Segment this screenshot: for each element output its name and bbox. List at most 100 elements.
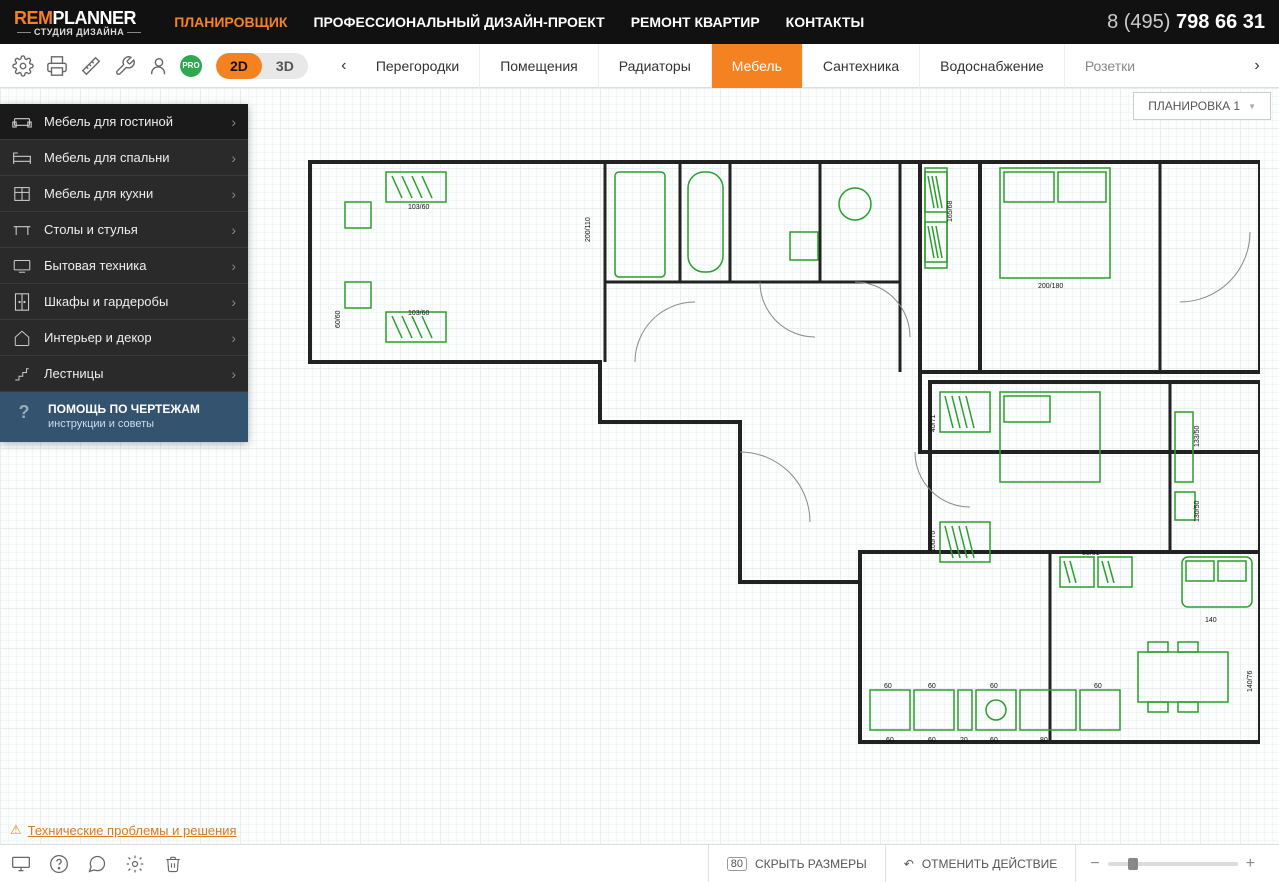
svg-text:100/70: 100/70 xyxy=(930,530,937,552)
svg-text:103/60: 103/60 xyxy=(408,310,430,317)
tab-furniture[interactable]: Мебель xyxy=(712,44,803,88)
app-header: REMPLANNER СТУДИЯ ДИЗАЙНА ПЛАНИРОВЩИК ПР… xyxy=(0,0,1279,44)
svg-text:103/60: 103/60 xyxy=(408,204,430,211)
sidebar-item-label: Шкафы и гардеробы xyxy=(44,294,168,309)
workspace-canvas[interactable]: ПЛАНИРОВКА 1 ▼ Мебель для гостиной › Меб… xyxy=(0,88,1279,844)
table-icon xyxy=(12,220,32,240)
tv-icon xyxy=(12,256,32,276)
svg-text:60: 60 xyxy=(1094,683,1102,690)
sidebar-item-label: Лестницы xyxy=(44,366,103,381)
home-icon xyxy=(12,328,32,348)
layout-picker-label: ПЛАНИРОВКА 1 xyxy=(1148,99,1240,113)
chevron-right-icon: › xyxy=(231,186,236,202)
zoom-slider[interactable] xyxy=(1108,862,1238,866)
monitor-icon[interactable] xyxy=(10,853,32,875)
nav-design-project[interactable]: ПРОФЕССИОНАЛЬНЫЙ ДИЗАЙН-ПРОЕКТ xyxy=(313,14,604,30)
nav-contacts[interactable]: КОНТАКТЫ xyxy=(786,14,864,30)
tabs-scroll-left-icon[interactable]: ‹ xyxy=(332,46,356,86)
chevron-right-icon: › xyxy=(231,114,236,130)
svg-text:60/60: 60/60 xyxy=(335,310,342,328)
wardrobe-icon xyxy=(12,292,32,312)
logo[interactable]: REMPLANNER СТУДИЯ ДИЗАЙНА xyxy=(14,7,144,37)
svg-text:200/110: 200/110 xyxy=(585,217,592,242)
chevron-right-icon: › xyxy=(231,222,236,238)
sidebar-item-tables[interactable]: Столы и стулья › xyxy=(0,212,248,248)
view-2d-button[interactable]: 2D xyxy=(216,53,262,79)
undo-icon: ↶ xyxy=(904,857,914,871)
view-3d-button[interactable]: 3D xyxy=(262,53,308,79)
sidebar-item-label: Мебель для кухни xyxy=(44,186,153,201)
sidebar-item-decor[interactable]: Интерьер и декор › xyxy=(0,320,248,356)
view-toggle: 2D 3D xyxy=(216,53,308,79)
chat-icon[interactable] xyxy=(86,853,108,875)
svg-text:133/50: 133/50 xyxy=(1194,425,1201,447)
undo-button[interactable]: ↶ ОТМЕНИТЬ ДЕЙСТВИЕ xyxy=(885,845,1076,882)
sidebar-item-label: Бытовая техника xyxy=(44,258,146,273)
chevron-right-icon: › xyxy=(231,294,236,310)
phone-number[interactable]: 8 (495) 798 66 31 xyxy=(1107,11,1265,34)
svg-text:40/71: 40/71 xyxy=(930,414,937,432)
chevron-down-icon: ▼ xyxy=(1248,102,1256,111)
tabs-scroll-right-icon[interactable]: › xyxy=(1245,46,1269,86)
tabs-container: ‹ Перегородки Помещения Радиаторы Мебель… xyxy=(332,44,1269,88)
svg-text:80: 80 xyxy=(1040,737,1048,744)
logo-subtitle: СТУДИЯ ДИЗАЙНА xyxy=(14,27,144,37)
help-title: ПОМОЩЬ ПО ЧЕРТЕЖАМ xyxy=(48,402,200,416)
layout-picker-dropdown[interactable]: ПЛАНИРОВКА 1 ▼ xyxy=(1133,92,1271,120)
tab-radiators[interactable]: Радиаторы xyxy=(599,44,712,88)
user-icon[interactable] xyxy=(146,53,172,79)
chevron-right-icon: › xyxy=(231,366,236,382)
sidebar-item-stairs[interactable]: Лестницы › xyxy=(0,356,248,392)
chevron-right-icon: › xyxy=(231,258,236,274)
tools-icon[interactable] xyxy=(112,53,138,79)
ruler-icon[interactable] xyxy=(78,53,104,79)
floorplan-drawing[interactable]: 103/60 103/60 200/110 60/60 165/68 200/1… xyxy=(300,152,1260,772)
zoom-in-button[interactable]: + xyxy=(1246,855,1255,873)
sidebar-item-label: Столы и стулья xyxy=(44,222,138,237)
tab-rooms[interactable]: Помещения xyxy=(480,44,599,88)
svg-text:130/50: 130/50 xyxy=(1194,500,1201,522)
sidebar-help-panel[interactable]: ? ПОМОЩЬ ПО ЧЕРТЕЖАМ инструкции и советы xyxy=(0,392,248,442)
issues-link[interactable]: Технические проблемы и решения xyxy=(28,823,237,838)
chevron-right-icon: › xyxy=(231,330,236,346)
stairs-icon xyxy=(12,364,32,384)
trash-icon[interactable] xyxy=(162,853,184,875)
toolbar: PRO 2D 3D ‹ Перегородки Помещения Радиат… xyxy=(0,44,1279,88)
svg-text:60: 60 xyxy=(990,683,998,690)
svg-text:60: 60 xyxy=(928,683,936,690)
logo-text: REMPLANNER xyxy=(14,9,144,27)
svg-text:60: 60 xyxy=(928,737,936,744)
tab-walls[interactable]: Перегородки xyxy=(356,44,480,88)
tab-plumbing[interactable]: Сантехника xyxy=(803,44,920,88)
svg-text:165/68: 165/68 xyxy=(947,200,954,222)
issues-link-row: ⚠ Технические проблемы и решения xyxy=(10,822,237,838)
hide-dimensions-button[interactable]: 80 СКРЫТЬ РАЗМЕРЫ xyxy=(708,845,885,882)
sidebar-item-label: Интерьер и декор xyxy=(44,330,152,345)
sidebar-item-kitchen[interactable]: Мебель для кухни › xyxy=(0,176,248,212)
chevron-right-icon: › xyxy=(231,150,236,166)
nav-renovation[interactable]: РЕМОНТ КВАРТИР xyxy=(631,14,760,30)
print-icon[interactable] xyxy=(44,53,70,79)
furniture-sidebar: Мебель для гостиной › Мебель для спальни… xyxy=(0,104,248,442)
footer-bar: 80 СКРЫТЬ РАЗМЕРЫ ↶ ОТМЕНИТЬ ДЕЙСТВИЕ − … xyxy=(0,844,1279,882)
settings-gear-icon[interactable] xyxy=(10,53,36,79)
sidebar-item-wardrobes[interactable]: Шкафы и гардеробы › xyxy=(0,284,248,320)
zoom-out-button[interactable]: − xyxy=(1090,855,1099,873)
bed-icon xyxy=(12,148,32,168)
help-circle-icon[interactable] xyxy=(48,853,70,875)
settings-icon[interactable] xyxy=(124,853,146,875)
tab-water-supply[interactable]: Водоснабжение xyxy=(920,44,1065,88)
sidebar-item-appliances[interactable]: Бытовая техника › xyxy=(0,248,248,284)
top-nav: ПЛАНИРОВЩИК ПРОФЕССИОНАЛЬНЫЙ ДИЗАЙН-ПРОЕ… xyxy=(174,14,1107,30)
sidebar-item-living-room[interactable]: Мебель для гостиной › xyxy=(0,104,248,140)
sidebar-item-bedroom[interactable]: Мебель для спальни › xyxy=(0,140,248,176)
svg-text:60: 60 xyxy=(886,737,894,744)
pro-badge[interactable]: PRO xyxy=(180,55,202,77)
dimensions-icon: 80 xyxy=(727,857,747,871)
tab-sockets[interactable]: Розетки xyxy=(1065,44,1155,88)
svg-text:60: 60 xyxy=(884,683,892,690)
kitchen-icon xyxy=(12,184,32,204)
sofa-icon xyxy=(12,112,32,132)
nav-planner[interactable]: ПЛАНИРОВЩИК xyxy=(174,14,287,30)
svg-text:88/61: 88/61 xyxy=(1082,550,1100,557)
